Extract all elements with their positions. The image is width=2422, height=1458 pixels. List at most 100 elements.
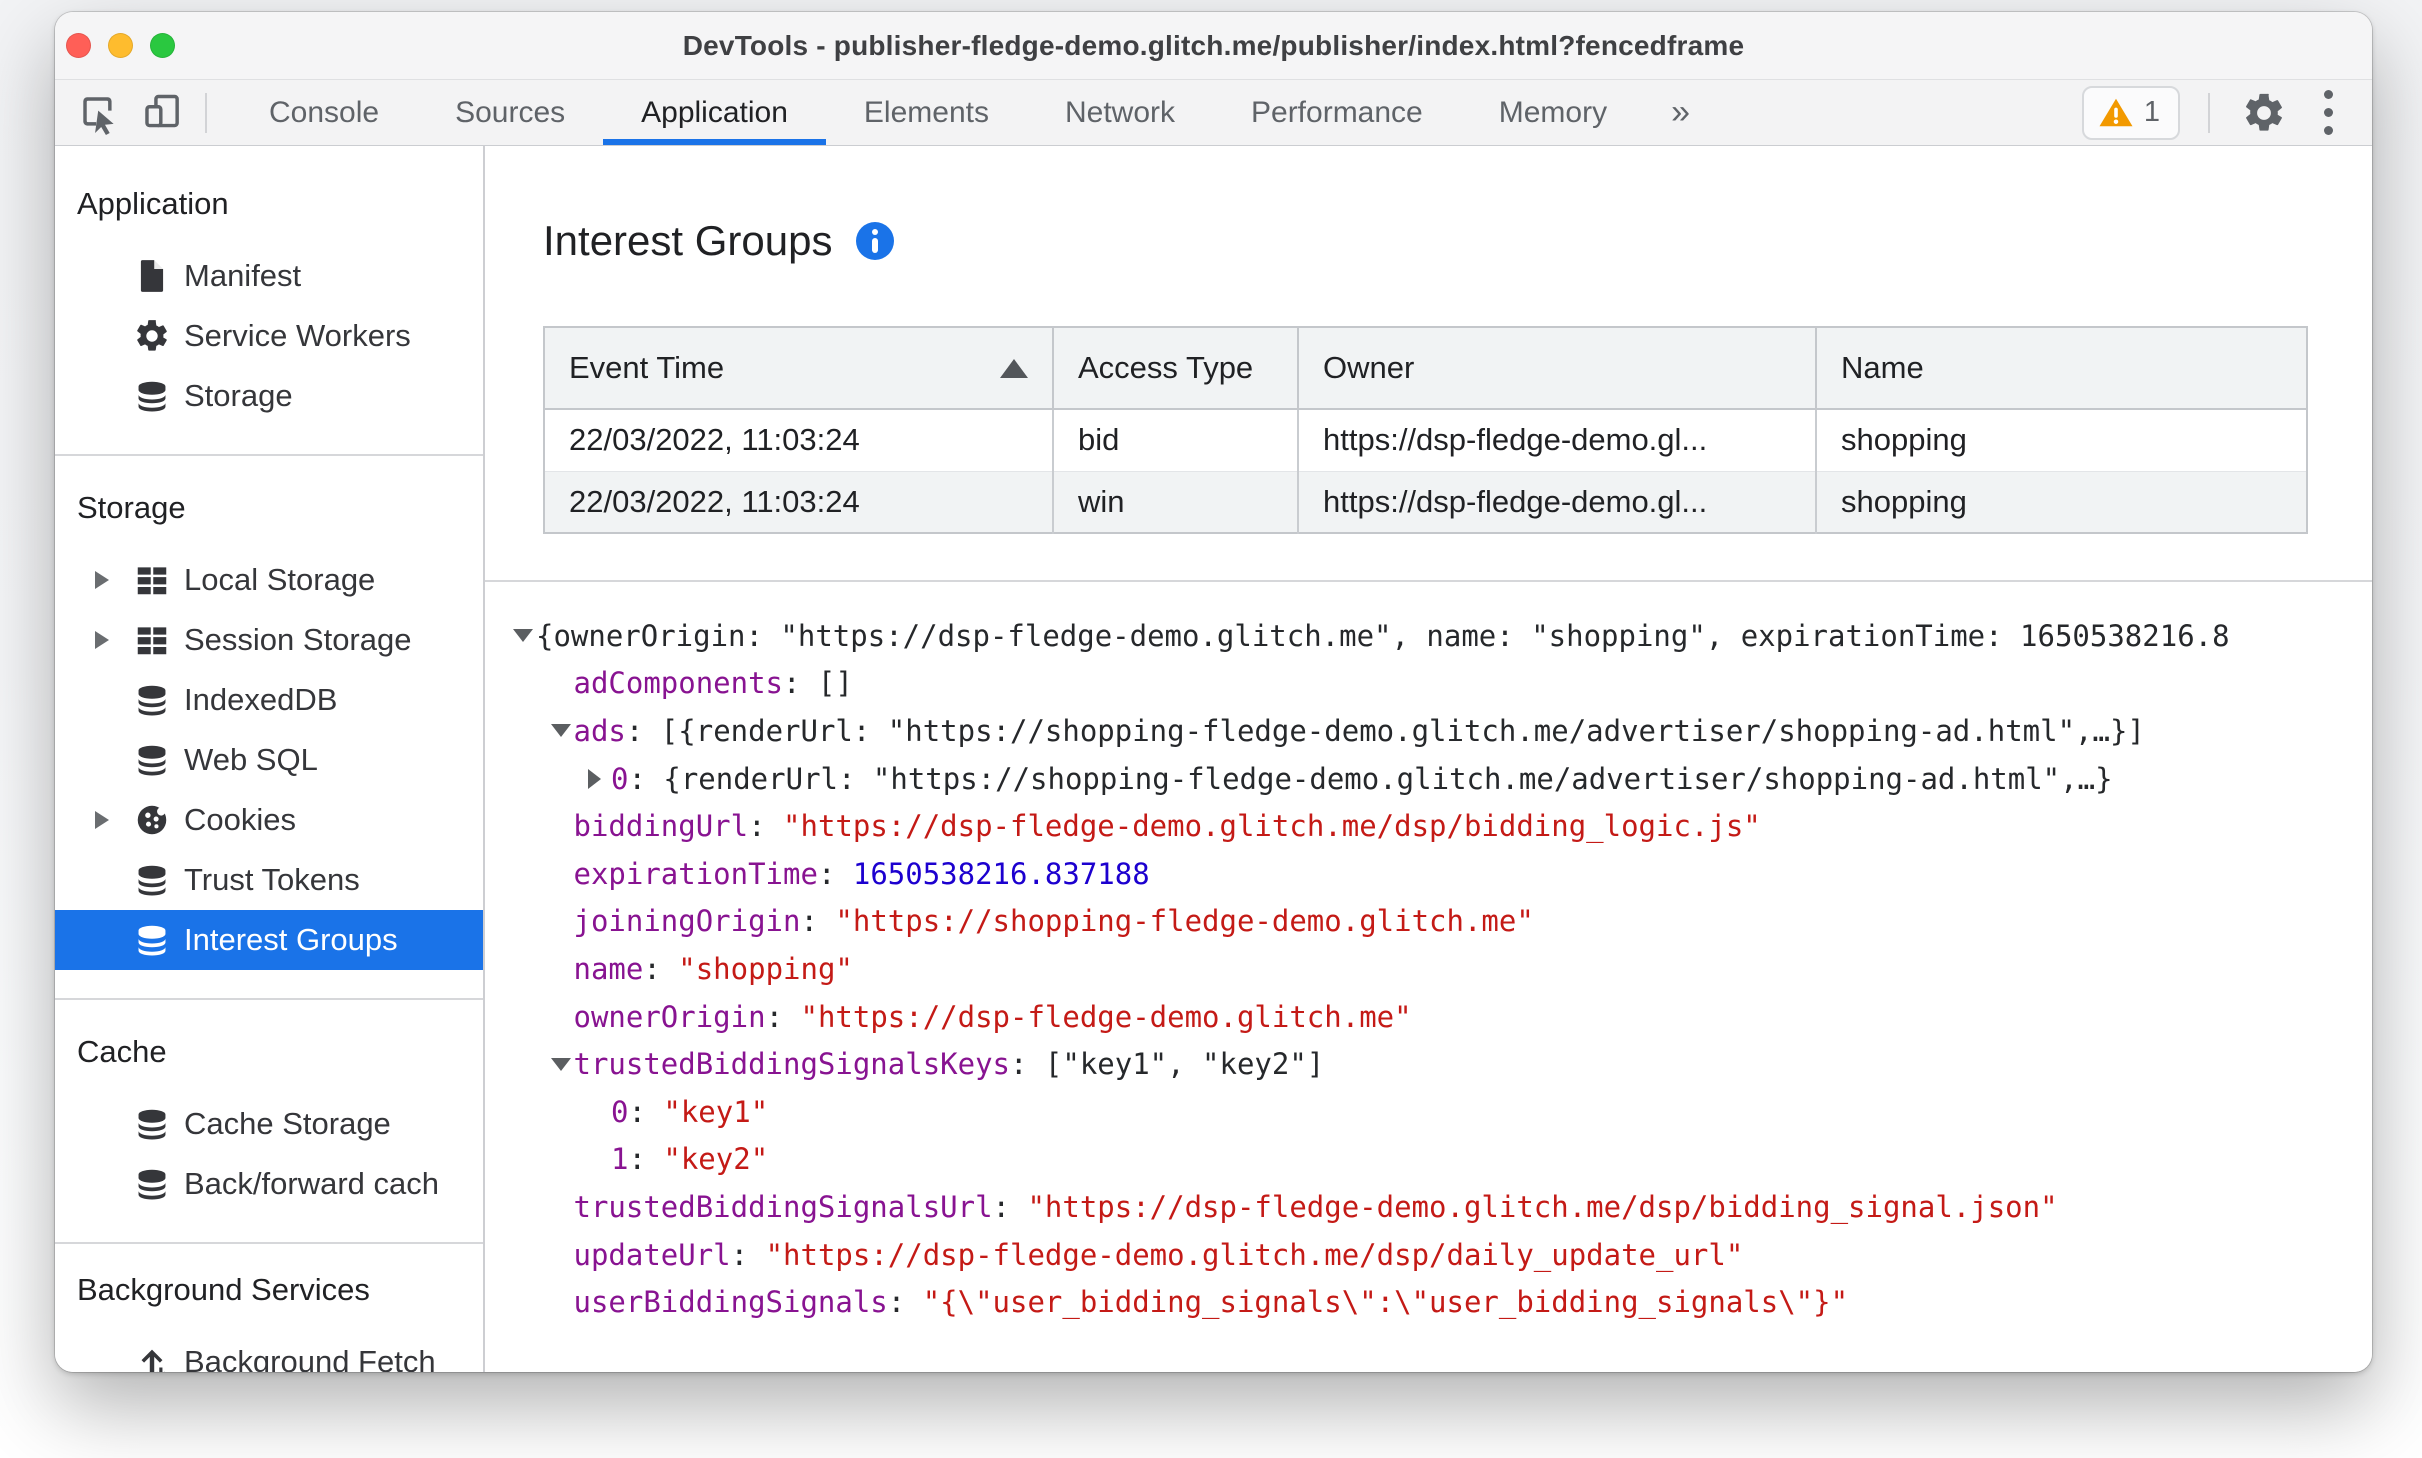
sidebar-item-trust-tokens[interactable]: Trust Tokens bbox=[55, 850, 483, 910]
section-title-application: Application bbox=[77, 186, 229, 221]
tree-node-keys-1[interactable]: 1: "key2" bbox=[485, 1136, 2372, 1184]
devtools-toolbar: Console Sources Application Elements Network… bbox=[55, 80, 2372, 146]
disclosure-triangle-icon[interactable] bbox=[588, 768, 611, 789]
sidebar-item-interest-groups[interactable]: Interest Groups bbox=[55, 910, 483, 970]
tab-network[interactable]: Network bbox=[1027, 80, 1213, 145]
sidebar-item-label: Storage bbox=[184, 378, 293, 413]
column-header-owner[interactable]: Owner bbox=[1298, 327, 1817, 410]
tree-node-trustedbiddingsignalsurl[interactable]: trustedBiddingSignalsUrl: "https://dsp-f… bbox=[485, 1183, 2372, 1231]
expand-arrow-icon[interactable] bbox=[95, 811, 133, 829]
more-tabs-button[interactable]: » bbox=[1645, 80, 1716, 145]
section-title-cache: Cache bbox=[77, 1034, 167, 1069]
tree-node-name[interactable]: name: "shopping" bbox=[485, 945, 2372, 993]
tab-application[interactable]: Application bbox=[603, 80, 826, 145]
cell-access-type: bid bbox=[1053, 409, 1299, 472]
tree-text-k: biddingUrl bbox=[573, 809, 749, 844]
tree-text-s: "https://dsp-fledge-demo.glitch.me/dsp/b… bbox=[783, 809, 1761, 844]
disclosure-triangle-icon[interactable] bbox=[513, 629, 536, 643]
sidebar-item-storage[interactable]: Storage bbox=[55, 366, 483, 426]
table-header-row: Event Time Access Type Owner Name bbox=[544, 327, 2307, 410]
cell-owner: https://dsp-fledge-demo.gl... bbox=[1298, 471, 1817, 533]
warning-icon bbox=[2098, 95, 2134, 131]
tree-text-k: 0 bbox=[611, 1094, 629, 1129]
tree-node-updateurl[interactable]: updateUrl: "https://dsp-fledge-demo.glit… bbox=[485, 1231, 2372, 1279]
tree-text-k: name bbox=[573, 951, 644, 986]
sidebar-item-label: Trust Tokens bbox=[184, 862, 360, 897]
tree-node-joiningorigin[interactable]: joiningOrigin: "https://shopping-fledge-… bbox=[485, 898, 2372, 946]
sidebar-item-label: Web SQL bbox=[184, 742, 318, 777]
titlebar[interactable]: DevTools - publisher-fledge-demo.glitch.… bbox=[55, 12, 2372, 80]
interest-groups-panel: Interest Groups Event Time Access Type Own… bbox=[485, 146, 2372, 1372]
sidebar-item-service-workers[interactable]: Service Workers bbox=[55, 306, 483, 366]
cell-event-time: 22/03/2022, 11:03:24 bbox=[544, 471, 1054, 533]
tree-text-k: userBiddingSignals bbox=[573, 1285, 888, 1320]
tree-text-p: : bbox=[730, 1237, 766, 1272]
settings-button[interactable] bbox=[2238, 90, 2290, 136]
column-header-event-time[interactable]: Event Time bbox=[544, 327, 1054, 410]
info-icon[interactable] bbox=[856, 222, 895, 260]
sidebar-item-label: Cookies bbox=[184, 802, 296, 837]
events-table-wrap: Event Time Access Type Owner Name 22/03/202… bbox=[543, 326, 2372, 534]
database-icon bbox=[133, 681, 171, 719]
sidebar-item-label: Service Workers bbox=[184, 318, 411, 353]
tree-text-k: trustedBiddingSignalsUrl bbox=[573, 1189, 993, 1224]
page-title: Interest Groups bbox=[543, 216, 2372, 266]
fullscreen-button[interactable] bbox=[150, 33, 175, 58]
sidebar-item-indexeddb[interactable]: IndexedDB bbox=[55, 670, 483, 730]
table-row[interactable]: 22/03/2022, 11:03:24 bid https://dsp-fledg… bbox=[544, 409, 2307, 472]
tree-text-p: : ["key1", "key2"] bbox=[1010, 1047, 1325, 1082]
device-toolbar-button[interactable] bbox=[131, 80, 195, 145]
tree-node-ownerorigin[interactable]: ownerOrigin: "https://dsp-fledge-demo.gl… bbox=[485, 993, 2372, 1041]
sidebar-item-label: Manifest bbox=[184, 258, 302, 293]
sidebar-item-web-sql[interactable]: Web SQL bbox=[55, 730, 483, 790]
minimize-button[interactable] bbox=[108, 33, 133, 58]
close-button[interactable] bbox=[66, 33, 91, 58]
tree-node-trustedbiddingsignalskeys[interactable]: trustedBiddingSignalsKeys: ["key1", "key… bbox=[485, 1040, 2372, 1088]
tab-console[interactable]: Console bbox=[231, 80, 417, 145]
tree-node-biddingurl[interactable]: biddingUrl: "https://dsp-fledge-demo.gli… bbox=[485, 802, 2372, 850]
tree-node-root[interactable]: {ownerOrigin: "https://dsp-fledge-demo.g… bbox=[485, 612, 2372, 660]
tree-text-k: ads bbox=[573, 713, 626, 748]
interest-group-events-table: Event Time Access Type Owner Name 22/03/202… bbox=[543, 326, 2308, 534]
tab-elements[interactable]: Elements bbox=[826, 80, 1027, 145]
table-body: 22/03/2022, 11:03:24 bid https://dsp-fledg… bbox=[544, 409, 2307, 533]
expand-arrow-icon[interactable] bbox=[95, 631, 133, 649]
cell-access-type: win bbox=[1053, 471, 1299, 533]
disclosure-triangle-icon[interactable] bbox=[550, 724, 574, 738]
tree-text-k: expirationTime bbox=[573, 856, 818, 891]
inspect-element-button[interactable] bbox=[67, 80, 131, 145]
more-options-button[interactable] bbox=[2308, 90, 2348, 135]
tree-node-userbiddingsignals[interactable]: userBiddingSignals: "{\"user_bidding_sig… bbox=[485, 1278, 2372, 1326]
tree-text-p: : bbox=[628, 1142, 664, 1177]
tab-performance[interactable]: Performance bbox=[1213, 80, 1461, 145]
tree-text-k: ownerOrigin bbox=[573, 999, 766, 1034]
disclosure-triangle-icon[interactable] bbox=[550, 1057, 574, 1071]
table-row[interactable]: 22/03/2022, 11:03:24 win https://dsp-fledg… bbox=[544, 471, 2307, 533]
tab-sources[interactable]: Sources bbox=[417, 80, 603, 145]
tree-node-ads[interactable]: ads: [{renderUrl: "https://shopping-fled… bbox=[485, 707, 2372, 755]
column-header-access-type[interactable]: Access Type bbox=[1053, 327, 1299, 410]
column-header-name[interactable]: Name bbox=[1816, 327, 2307, 410]
tree-text-s: "https://shopping-fledge-demo.glitch.me" bbox=[835, 904, 1534, 939]
sidebar-item-manifest[interactable]: Manifest bbox=[55, 246, 483, 306]
tab-memory[interactable]: Memory bbox=[1461, 80, 1645, 145]
sidebar-item-back-forward-cach[interactable]: Back/forward cach bbox=[55, 1154, 483, 1214]
tree-node-adcomponents[interactable]: adComponents: [] bbox=[485, 660, 2372, 708]
tree-text-k: trustedBiddingSignalsKeys bbox=[573, 1047, 1011, 1082]
window-title: DevTools - publisher-fledge-demo.glitch.… bbox=[682, 29, 1745, 61]
sidebar-item-session-storage[interactable]: Session Storage bbox=[55, 610, 483, 670]
issues-badge[interactable]: 1 bbox=[2081, 85, 2180, 140]
tree-node-keys-0[interactable]: 0: "key1" bbox=[485, 1088, 2372, 1136]
database-icon bbox=[133, 377, 171, 415]
sidebar-item-local-storage[interactable]: Local Storage bbox=[55, 550, 483, 610]
tree-text-p: : [{renderUrl: "https://shopping-fledge-… bbox=[625, 713, 2145, 748]
tree-node-ads-0[interactable]: 0: {renderUrl: "https://shopping-fledge-… bbox=[485, 755, 2372, 803]
tree-node-expirationtime[interactable]: expirationTime: 1650538216.837188 bbox=[485, 850, 2372, 898]
expand-arrow-icon[interactable] bbox=[95, 571, 133, 589]
sidebar-item-cookies[interactable]: Cookies bbox=[55, 790, 483, 850]
tree-text-p: : bbox=[643, 951, 679, 986]
sidebar-item-cache-storage[interactable]: Cache Storage bbox=[55, 1094, 483, 1154]
sidebar-section-cache: Cache Cache Storage Back/forward cach bbox=[55, 1000, 483, 1244]
tree-text-k: joiningOrigin bbox=[573, 904, 801, 939]
sidebar-item-background-fetch[interactable]: Background Fetch bbox=[55, 1332, 483, 1372]
